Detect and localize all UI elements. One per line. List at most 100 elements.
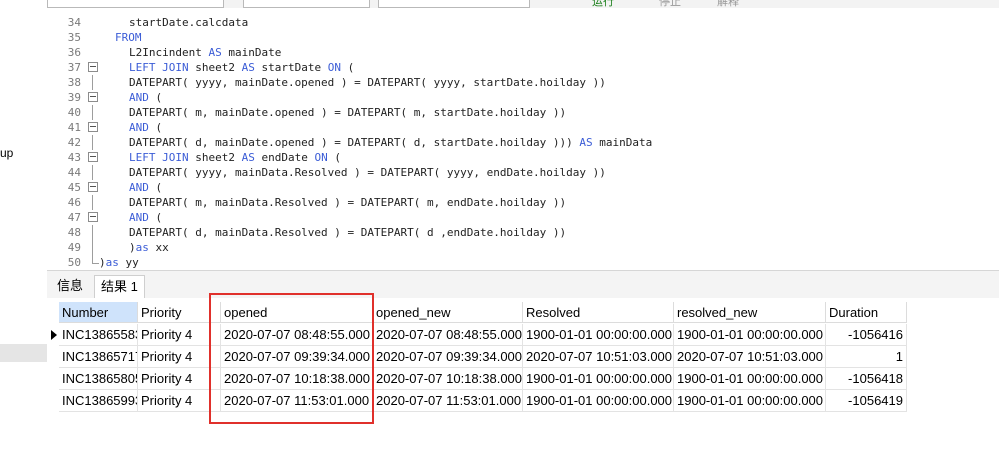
stop-button[interactable]: 停止 [659, 0, 681, 8]
table-cell[interactable]: 2020-07-07 08:48:55.000 [373, 324, 523, 346]
code-line[interactable]: 45 AND ( [47, 180, 999, 195]
fold-guide [92, 225, 93, 240]
code-line[interactable]: 35 FROM [47, 30, 999, 45]
sql-keyword: AND [129, 91, 149, 104]
code-line[interactable]: 39 AND ( [47, 90, 999, 105]
table-cell[interactable]: 2020-07-07 11:53:01.000 [373, 390, 523, 412]
table-cell[interactable]: 1900-01-01 00:00:00.000 [523, 368, 674, 390]
sql-keyword: AND [129, 181, 149, 194]
code-text: DATEPART( m, mainData.Resolved ) = DATEP… [129, 195, 566, 210]
code-line[interactable]: 37 LEFT JOIN sheet2 AS startDate ON ( [47, 60, 999, 75]
sql-token: ( [148, 121, 163, 134]
sql-token: ) [129, 241, 136, 254]
fold-guide [92, 105, 93, 120]
code-text: LEFT JOIN sheet2 AS startDate ON ( [129, 60, 354, 75]
sql-keyword: as [105, 256, 119, 269]
table-cell[interactable]: 2020-07-07 10:18:38.000 [373, 368, 523, 390]
row-selector[interactable] [47, 368, 59, 390]
fold-minus-icon[interactable] [88, 182, 98, 192]
column-header-duration[interactable]: Duration [826, 302, 907, 323]
table-cell[interactable]: 1900-01-01 00:00:00.000 [523, 390, 674, 412]
code-line[interactable]: 42 DATEPART( d, mainDate.opened ) = DATEP… [47, 135, 999, 150]
schema-dropdown[interactable] [378, 0, 530, 8]
line-number: 37 [67, 61, 81, 74]
result-tabs: 信息 结果 1 [47, 270, 999, 299]
code-line[interactable]: 44 DATEPART( yyyy, mainData.Resolved ) = … [47, 165, 999, 180]
table-cell[interactable]: 1900-01-01 00:00:00.000 [523, 324, 674, 346]
column-header-resolved[interactable]: Resolved [523, 302, 674, 323]
line-number: 41 [67, 121, 81, 134]
connection-dropdown[interactable] [47, 0, 224, 8]
sql-editor[interactable]: 34 startDate.calcdata 35 FROM 36 L2Incindent … [47, 8, 999, 270]
code-line[interactable]: 41 AND ( [47, 120, 999, 135]
current-row-arrow-icon [51, 330, 57, 340]
line-number: 48 [67, 226, 81, 239]
line-number: 49 [67, 241, 81, 254]
sql-token: L2Incindent [129, 46, 209, 59]
code-line[interactable]: 43 LEFT JOIN sheet2 AS endDate ON ( [47, 150, 999, 165]
sql-keyword: AS [579, 136, 593, 149]
code-line[interactable]: 50)as yy [47, 255, 999, 270]
table-cell[interactable]: 1900-01-01 00:00:00.000 [674, 324, 826, 346]
tab-result-1[interactable]: 结果 1 [94, 275, 145, 299]
table-cell[interactable]: 2020-07-07 10:51:03.000 [523, 346, 674, 368]
table-cell[interactable]: INC13865993 [59, 390, 138, 412]
code-text: DATEPART( m, mainDate.opened ) = DATEPAR… [129, 105, 566, 120]
table-cell[interactable]: INC13865583 [59, 324, 138, 346]
fold-minus-icon[interactable] [88, 62, 98, 72]
sql-token: DATEPART( yyyy, mainData.Resolved ) = DA… [129, 166, 606, 179]
column-header-opened-new[interactable]: opened_new [373, 302, 523, 323]
tab-info[interactable]: 信息 [51, 275, 89, 297]
line-number: 39 [67, 91, 81, 104]
code-line[interactable]: 40 DATEPART( m, mainDate.opened ) = DATEP… [47, 105, 999, 120]
table-cell[interactable]: INC13865805 [59, 368, 138, 390]
fold-minus-icon[interactable] [88, 122, 98, 132]
sql-token: ( [148, 91, 163, 104]
fold-guide [92, 135, 93, 150]
fold-minus-icon[interactable] [88, 212, 98, 222]
sql-keyword: LEFT JOIN [129, 61, 189, 74]
fold-minus-icon[interactable] [88, 152, 98, 162]
line-number: 44 [67, 166, 81, 179]
code-line[interactable]: 49)as xx [47, 240, 999, 255]
line-number: 34 [67, 16, 81, 29]
column-header-resolved-new[interactable]: resolved_new [674, 302, 826, 323]
table-cell[interactable]: -1056419 [826, 390, 907, 412]
code-line[interactable]: 46 DATEPART( m, mainData.Resolved ) = DAT… [47, 195, 999, 210]
database-dropdown[interactable] [243, 0, 370, 8]
table-cell[interactable]: -1056418 [826, 368, 907, 390]
fold-minus-icon[interactable] [88, 92, 98, 102]
table-cell[interactable]: 1900-01-01 00:00:00.000 [674, 368, 826, 390]
row-selector[interactable] [47, 346, 59, 368]
code-line[interactable]: 48 DATEPART( d, mainData.Resolved ) = DAT… [47, 225, 999, 240]
left-sidebar: up [0, 0, 48, 458]
table-cell[interactable]: 2020-07-07 10:51:03.000 [674, 346, 826, 368]
table-cell[interactable]: 1900-01-01 00:00:00.000 [674, 390, 826, 412]
column-header-number[interactable]: Number [59, 302, 138, 323]
result-grid[interactable]: Number Priority opened opened_new Resolved re… [47, 298, 999, 458]
sql-token: ( [148, 181, 163, 194]
table-cell[interactable]: 1 [826, 346, 907, 368]
sidebar-selected-item[interactable] [0, 344, 47, 362]
explain-button[interactable]: 解释 [717, 0, 739, 8]
table-cell[interactable]: 2020-07-07 09:39:34.000 [373, 346, 523, 368]
sql-token: yy [118, 256, 139, 269]
table-cell[interactable]: INC13865717 [59, 346, 138, 368]
table-cell[interactable]: -1056416 [826, 324, 907, 346]
sql-token: ( [340, 61, 355, 74]
row-selector[interactable] [47, 324, 59, 346]
sql-keyword: LEFT JOIN [129, 151, 189, 164]
sql-token: startDate.calcdata [129, 16, 249, 29]
code-line[interactable]: 34 startDate.calcdata [47, 15, 999, 30]
code-line[interactable]: 38 DATEPART( yyyy, mainDate.opened ) = DA… [47, 75, 999, 90]
sql-keyword: AND [129, 121, 149, 134]
sql-keyword: AS [208, 46, 222, 59]
code-text: DATEPART( yyyy, mainData.Resolved ) = DA… [129, 165, 606, 180]
line-number: 40 [67, 106, 81, 119]
code-text: DATEPART( d, mainData.Resolved ) = DATEP… [129, 225, 566, 240]
code-line[interactable]: 47 AND ( [47, 210, 999, 225]
run-button[interactable]: 运行 [592, 0, 614, 8]
row-selector[interactable] [47, 390, 59, 412]
line-number: 38 [67, 76, 81, 89]
code-line[interactable]: 36 L2Incindent AS mainDate [47, 45, 999, 60]
